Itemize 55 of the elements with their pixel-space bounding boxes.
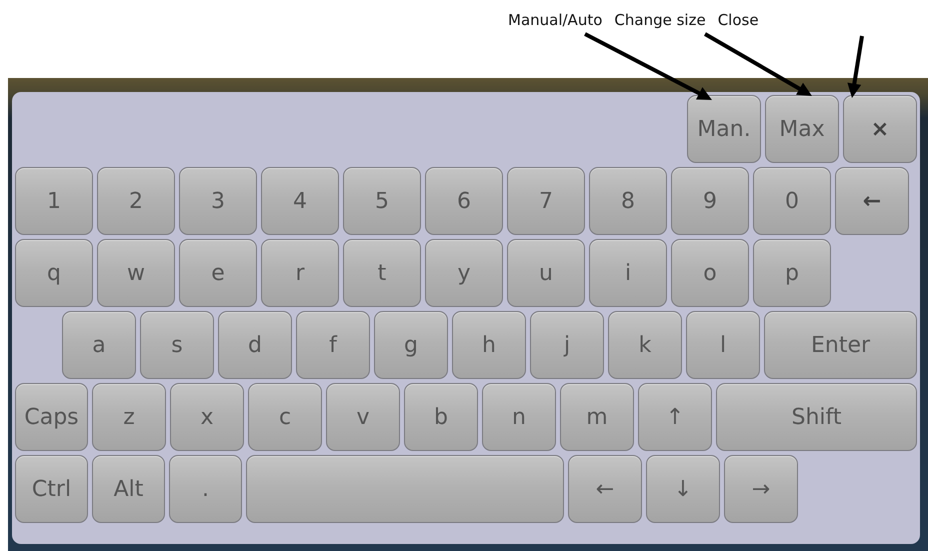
keyboard-key[interactable]: Caps: [15, 383, 88, 451]
keyboard-key[interactable]: 0: [753, 167, 831, 235]
keyboard-key[interactable]: Shift: [716, 383, 917, 451]
close-button[interactable]: ×: [843, 95, 917, 163]
keyboard-key[interactable]: Enter: [764, 311, 917, 379]
keyboard-key[interactable]: n: [482, 383, 556, 451]
keyboard-key[interactable]: 2: [97, 167, 175, 235]
keyboard-key[interactable]: d: [218, 311, 292, 379]
annotation-label: Close: [718, 10, 759, 30]
keyboard-key[interactable]: k: [608, 311, 682, 379]
keyboard-key[interactable]: 4: [261, 167, 339, 235]
keyboard-key[interactable]: 9: [671, 167, 749, 235]
keyboard-key[interactable]: →: [724, 455, 798, 523]
keyboard-key[interactable]: v: [326, 383, 400, 451]
keyboard-key[interactable]: t: [343, 239, 421, 307]
keyboard-key[interactable]: 7: [507, 167, 585, 235]
size-button[interactable]: Max: [765, 95, 839, 163]
keyboard-key[interactable]: c: [248, 383, 322, 451]
keyboard-key[interactable]: i: [589, 239, 667, 307]
space-key[interactable]: [246, 455, 564, 523]
keyboard-key[interactable]: s: [140, 311, 214, 379]
keyboard-key[interactable]: q: [15, 239, 93, 307]
keyboard-key[interactable]: .: [169, 455, 242, 523]
keyboard-key[interactable]: 3: [179, 167, 257, 235]
keyboard-key[interactable]: o: [671, 239, 749, 307]
annotation-label: Change size: [614, 10, 706, 30]
keyboard-key[interactable]: g: [374, 311, 448, 379]
keyboard-key[interactable]: h: [452, 311, 526, 379]
keyboard-key[interactable]: ←: [835, 167, 909, 235]
keyboard-key[interactable]: r: [261, 239, 339, 307]
keyboard-key[interactable]: y: [425, 239, 503, 307]
keyboard-key[interactable]: 6: [425, 167, 503, 235]
keyboard-key[interactable]: w: [97, 239, 175, 307]
keyboard-key[interactable]: ←: [568, 455, 642, 523]
keyboard-key[interactable]: 8: [589, 167, 667, 235]
keyboard-key[interactable]: p: [753, 239, 831, 307]
arrow: [847, 36, 864, 98]
keyboard-key[interactable]: ↑: [638, 383, 712, 451]
keyboard-key[interactable]: Ctrl: [15, 455, 88, 523]
keyboard-key[interactable]: e: [179, 239, 257, 307]
mode-button[interactable]: Man.: [687, 95, 761, 163]
keyboard-key[interactable]: 1: [15, 167, 93, 235]
keyboard-key[interactable]: ↓: [646, 455, 720, 523]
keyboard-key[interactable]: f: [296, 311, 370, 379]
keyboard-key[interactable]: b: [404, 383, 478, 451]
keyboard-key[interactable]: j: [530, 311, 604, 379]
keyboard-key[interactable]: l: [686, 311, 760, 379]
keyboard-key[interactable]: z: [92, 383, 166, 451]
keyboard-key[interactable]: a: [62, 311, 136, 379]
keyboard-key[interactable]: x: [170, 383, 244, 451]
keyboard-key[interactable]: Alt: [92, 455, 165, 523]
keyboard-key[interactable]: u: [507, 239, 585, 307]
annotation-label: Manual/Auto: [508, 10, 602, 30]
keyboard-key[interactable]: 5: [343, 167, 421, 235]
keyboard-key[interactable]: m: [560, 383, 634, 451]
